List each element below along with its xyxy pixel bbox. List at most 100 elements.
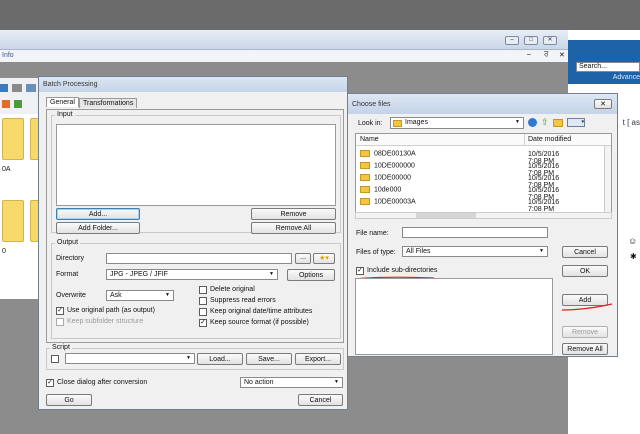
go-button[interactable]: Go	[46, 394, 92, 406]
list-item[interactable]: 10DE00003A 10/5/2016 7:08 PM	[360, 198, 559, 213]
browser-text: t [ as	[622, 118, 640, 127]
browse-button[interactable]: ...	[295, 253, 311, 264]
folder-icon	[360, 162, 370, 169]
add-folder-button[interactable]: Add Folder...	[56, 222, 140, 234]
delete-original-checkbox[interactable]	[199, 286, 207, 294]
scrollbar-thumb[interactable]	[416, 213, 476, 218]
options-button[interactable]: Options	[287, 269, 335, 281]
keep-subfolder-label: Keep subfolder structure	[67, 318, 144, 325]
toolbar-icon-2[interactable]	[2, 100, 10, 108]
close-dialog-label: Close dialog after conversion	[57, 379, 148, 386]
back-icon[interactable]	[528, 118, 537, 127]
keep-subfolder-checkbox[interactable]	[56, 318, 64, 326]
toolbar-icon[interactable]	[0, 84, 8, 92]
batch-title: Batch Processing	[39, 77, 347, 92]
printer-icon[interactable]	[12, 84, 22, 92]
selected-files-list[interactable]	[355, 278, 553, 355]
file-name-input[interactable]	[402, 227, 548, 238]
look-in-select[interactable]: Images	[390, 117, 524, 129]
directory-input[interactable]	[106, 253, 292, 264]
file-list[interactable]: Name Date modified 08DE00130A 10/5/2016 7…	[355, 133, 612, 213]
annotation-stroke	[561, 303, 613, 311]
delete-original-label: Delete original	[210, 286, 255, 293]
bug-icon[interactable]: ✱	[630, 252, 637, 261]
save-button[interactable]: Save...	[246, 353, 292, 365]
action-select[interactable]: No action	[240, 377, 343, 388]
use-original-path-checkbox[interactable]: ✓	[56, 307, 64, 315]
file-list-header: Name Date modified	[356, 134, 611, 146]
folder-icon	[360, 186, 370, 193]
list-item[interactable]: 08DE00130A 10/5/2016 7:08 PM	[360, 150, 559, 165]
column-name[interactable]: Name	[360, 136, 379, 143]
star-icon[interactable]: ★▾	[313, 253, 335, 264]
column-date[interactable]: Date modified	[528, 136, 571, 143]
remove-all-button[interactable]: Remove All	[251, 222, 336, 234]
folder-label: 0A	[2, 166, 11, 173]
tab-general[interactable]: General	[46, 97, 79, 107]
keep-date-label: Keep original date/time attributes	[210, 308, 313, 315]
list-item[interactable]: 10de000 10/5/2016 7:08 PM	[360, 186, 559, 201]
list-item[interactable]: 10DE00000 10/5/2016 7:08 PM	[360, 174, 559, 189]
script-select[interactable]	[65, 353, 195, 364]
files-of-type-select[interactable]: All Files	[402, 246, 548, 257]
background-toolbar	[0, 78, 40, 114]
view-menu-icon[interactable]: ▾	[567, 118, 585, 127]
red-underline-annotation-add	[561, 303, 613, 311]
script-checkbox[interactable]	[51, 355, 59, 363]
format-select[interactable]: JPG - JPEG / JFIF	[106, 269, 278, 280]
format-label: Format	[56, 271, 79, 278]
choose-files-dialog: Choose files ✕ Look in: Images ⇧ ▾ Name …	[347, 93, 618, 357]
tab-transformations[interactable]: Transformations	[79, 98, 138, 108]
folder-icon	[360, 150, 370, 157]
folder-icon	[360, 198, 370, 205]
horizontal-scrollbar[interactable]	[355, 212, 612, 219]
background-titlebar: – □ ✕	[0, 30, 575, 50]
load-button[interactable]: Load...	[197, 353, 243, 365]
input-file-list[interactable]	[56, 124, 336, 206]
sub-close-button[interactable]: ✕	[559, 51, 565, 59]
new-folder-icon[interactable]	[553, 119, 563, 127]
ok-button[interactable]: OK	[562, 265, 608, 277]
overwrite-select[interactable]: Ask	[106, 290, 174, 301]
remove-all-button[interactable]: Remove All	[562, 343, 608, 355]
monitor-icon[interactable]	[26, 84, 36, 92]
close-button[interactable]: ✕	[543, 36, 557, 45]
export-button[interactable]: Export...	[295, 353, 341, 365]
advanced-link[interactable]: Advance	[613, 74, 640, 81]
folder-thumbnail[interactable]	[2, 118, 24, 160]
file-name-label: File name:	[356, 230, 389, 237]
minimize-button[interactable]: –	[505, 36, 519, 45]
remove-button[interactable]: Remove	[251, 208, 336, 220]
cancel-button[interactable]: Cancel	[298, 394, 343, 406]
up-folder-icon[interactable]: ⇧	[541, 118, 549, 127]
keep-format-label: Keep source format (if possible)	[210, 319, 309, 326]
maximize-button[interactable]: □	[524, 36, 538, 45]
add-button[interactable]: Add...	[56, 208, 140, 220]
close-dialog-checkbox[interactable]: ✓	[46, 379, 54, 387]
output-group-label: Output	[55, 239, 81, 246]
vertical-scrollbar[interactable]	[604, 146, 611, 212]
overwrite-label: Overwrite	[56, 292, 86, 299]
suppress-errors-checkbox[interactable]	[199, 297, 207, 305]
suppress-errors-label: Suppress read errors	[210, 297, 276, 304]
use-original-path-label: Use original path (as output)	[67, 307, 155, 314]
smiley-icon[interactable]: ☺	[628, 236, 637, 246]
folder-icon	[360, 174, 370, 181]
include-subdirectories-label: Include sub-directories	[367, 267, 438, 274]
close-icon[interactable]: ✕	[594, 99, 612, 109]
cancel-button[interactable]: Cancel	[562, 246, 608, 258]
keep-format-checkbox[interactable]: ✓	[199, 319, 207, 327]
remove-button[interactable]: Remove	[562, 326, 608, 338]
script-group-label: Script	[50, 344, 72, 351]
directory-label: Directory	[56, 255, 85, 262]
search-input[interactable]: Search...	[576, 62, 640, 72]
folder-thumbnail[interactable]	[2, 200, 24, 242]
background-thumbnails: 0A 0	[0, 114, 40, 299]
column-divider	[524, 134, 525, 146]
toolbar-icon-3[interactable]	[14, 100, 22, 108]
keep-date-checkbox[interactable]	[199, 308, 207, 316]
sub-restore-button[interactable]: ਰ	[544, 51, 548, 59]
look-in-label: Look in:	[358, 120, 383, 127]
list-item[interactable]: 10DE000000 10/5/2016 7:08 PM	[360, 162, 559, 177]
sub-minimize-button[interactable]: –	[527, 51, 531, 58]
